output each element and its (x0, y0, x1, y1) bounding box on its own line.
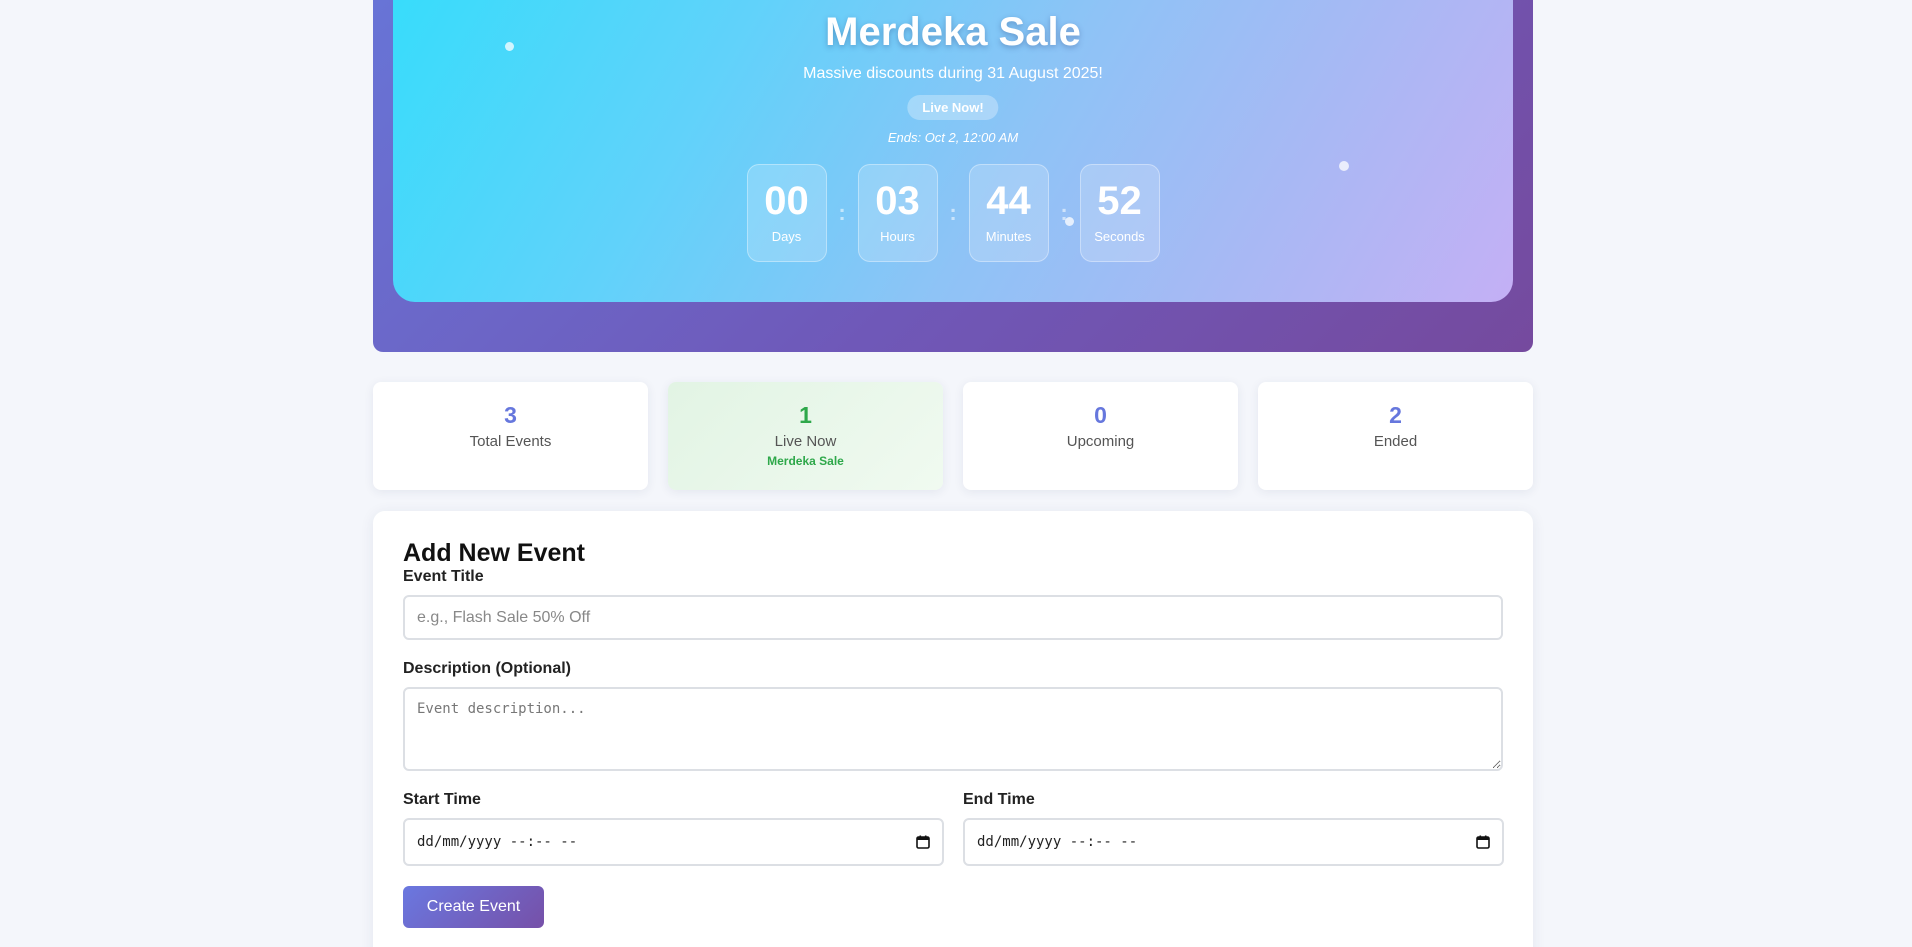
countdown-seconds-label: Seconds (1094, 229, 1145, 244)
event-end-time: Ends: Oct 2, 12:00 AM (887, 130, 1019, 145)
create-event-button[interactable]: Create Event (403, 886, 544, 928)
page-container: Merdeka Sale Massive discounts during 31… (373, 0, 1533, 947)
end-time-label: End Time (963, 791, 1035, 808)
countdown-hours: 03 Hours (857, 164, 938, 262)
countdown-days: 00 Days (746, 164, 827, 262)
countdown-hours-label: Hours (880, 229, 915, 244)
countdown-minutes: 44 Minutes (968, 164, 1049, 262)
description-textarea[interactable] (403, 687, 1503, 771)
countdown-days-value: 00 (764, 179, 809, 223)
countdown-hours-value: 03 (875, 179, 920, 223)
event-title-label: Event Title (403, 568, 484, 585)
description-label: Description (Optional) (403, 660, 571, 677)
event-subtitle: Massive discounts during 31 August 2025! (803, 65, 1103, 82)
start-time-value: dd/mm/yyyy --:-- -- (417, 834, 578, 850)
calendar-icon[interactable] (1476, 835, 1490, 849)
stat-ended-value: 2 (1389, 402, 1402, 428)
event-title-input[interactable] (403, 595, 1503, 640)
countdown-days-label: Days (771, 229, 802, 244)
countdown-seconds: 52 Seconds (1079, 164, 1160, 262)
countdown-seconds-value: 52 (1097, 179, 1142, 223)
stat-total-label: Total Events (469, 433, 552, 450)
add-event-form: Add New Event Event Title Description (O… (373, 511, 1533, 947)
countdown-separator: : (838, 200, 846, 225)
stat-upcoming-value: 0 (1094, 402, 1107, 428)
countdown-separator: : (1060, 200, 1068, 225)
stat-card-upcoming: 0 Upcoming (963, 382, 1238, 490)
hero-card: Merdeka Sale Massive discounts during 31… (393, 0, 1513, 302)
stat-card-live: 1 Live Now Merdeka Sale (668, 382, 943, 490)
countdown-separator: : (949, 200, 957, 225)
countdown-minutes-value: 44 (986, 179, 1031, 223)
stat-live-value: 1 (799, 402, 812, 428)
stat-ended-label: Ended (1373, 433, 1418, 450)
stat-card-total: 3 Total Events (373, 382, 648, 490)
end-time-value: dd/mm/yyyy --:-- -- (977, 834, 1138, 850)
start-time-label: Start Time (403, 791, 481, 808)
stat-card-ended: 2 Ended (1258, 382, 1533, 490)
stat-upcoming-label: Upcoming (1066, 433, 1135, 450)
event-title: Merdeka Sale (825, 10, 1081, 54)
end-time-input[interactable]: dd/mm/yyyy --:-- -- (963, 818, 1504, 866)
form-title: Add New Event (403, 539, 585, 567)
live-badge: Live Now! (907, 95, 999, 120)
stats-row: 3 Total Events 1 Live Now Merdeka Sale 0… (373, 382, 1533, 490)
stat-live-event-name: Merdeka Sale (767, 454, 844, 468)
hero-banner: Merdeka Sale Massive discounts during 31… (373, 0, 1533, 352)
countdown-timer: 00 Days : 03 Hours : 44 Minutes : 52 Sec… (393, 164, 1513, 262)
calendar-icon[interactable] (916, 835, 930, 849)
stat-live-label: Live Now (774, 433, 837, 450)
start-time-input[interactable]: dd/mm/yyyy --:-- -- (403, 818, 944, 866)
countdown-minutes-label: Minutes (985, 229, 1032, 244)
stat-total-value: 3 (504, 402, 517, 428)
